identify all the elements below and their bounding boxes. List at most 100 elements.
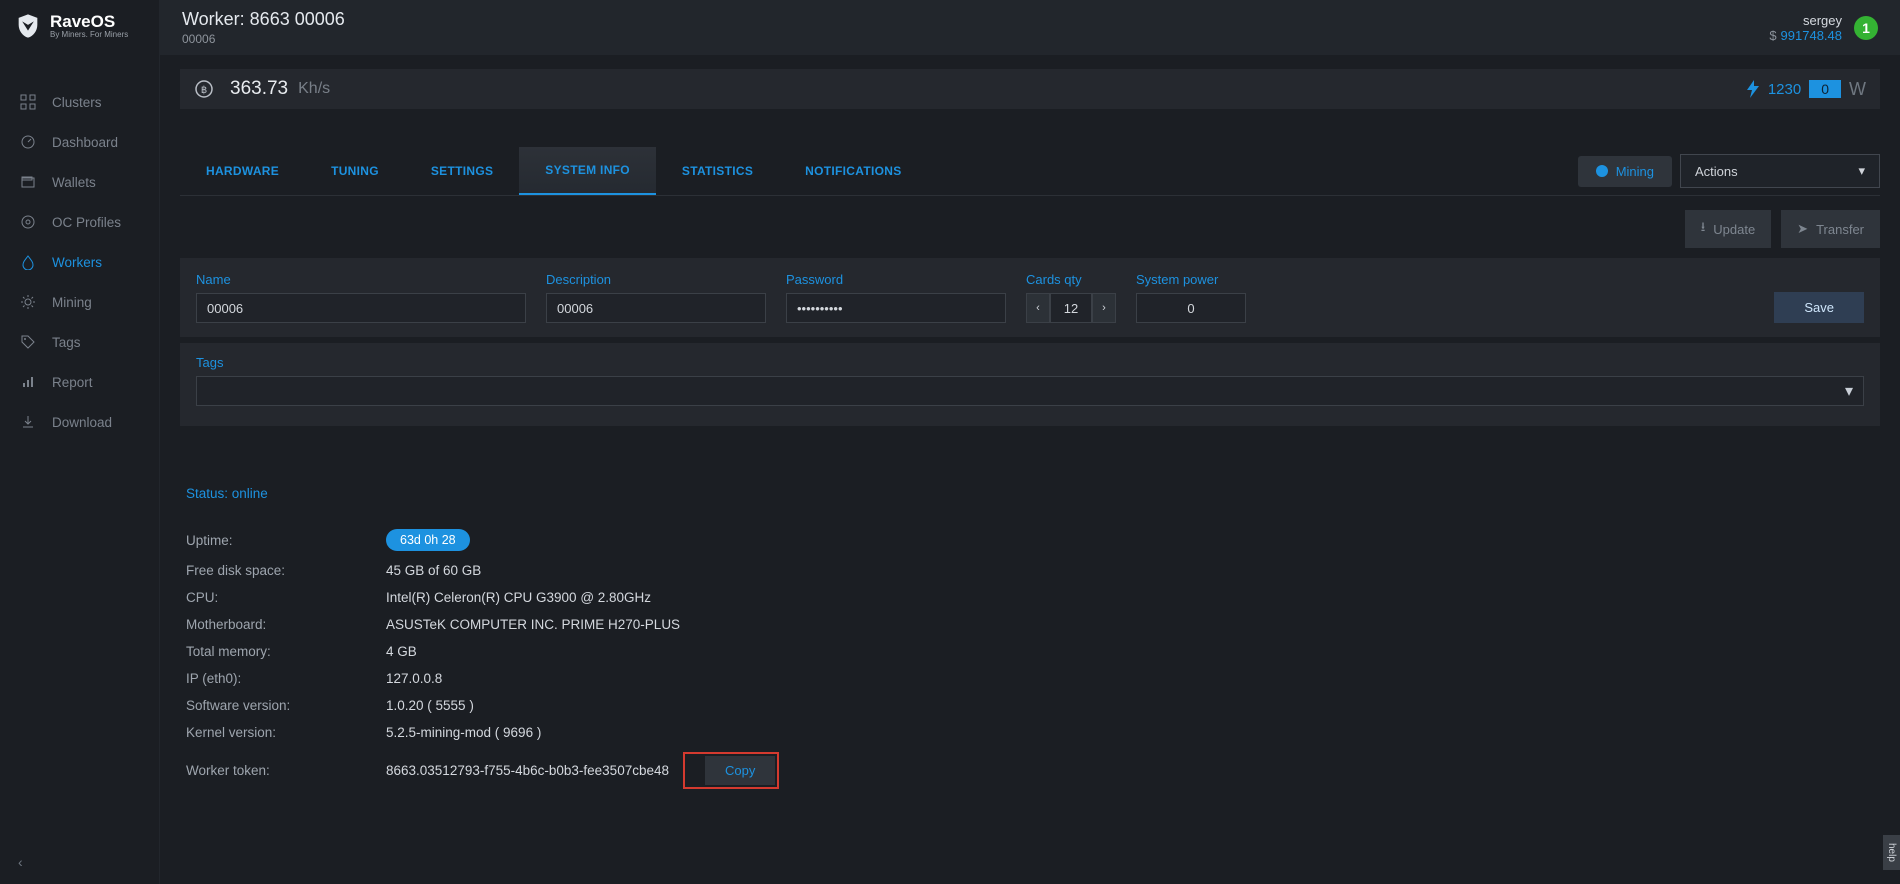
- sidebar-collapse-button[interactable]: ‹: [18, 854, 23, 870]
- tag-icon: [20, 334, 36, 350]
- sidebar-item-tags[interactable]: Tags: [0, 322, 159, 362]
- cards-qty-label: Cards qty: [1026, 272, 1116, 287]
- password-label: Password: [786, 272, 1006, 287]
- brand-tagline: By Miners. For Miners: [50, 30, 128, 39]
- chart-icon: [20, 374, 36, 390]
- uptime-value: 63d 0h 28: [386, 529, 470, 551]
- brand-logo[interactable]: RaveOS By Miners. For Miners: [0, 0, 159, 52]
- sidebar-item-mining[interactable]: Mining: [0, 282, 159, 322]
- cards-increment-button[interactable]: ›: [1092, 293, 1116, 323]
- tab-tuning[interactable]: TUNING: [305, 148, 405, 194]
- power-unit: W: [1849, 79, 1866, 100]
- chevron-down-icon: ▾: [1845, 381, 1853, 401]
- tags-select[interactable]: ▾: [196, 376, 1864, 406]
- token-value: 8663.03512793-f755-4b6c-b0b3-fee3507cbe4…: [386, 763, 669, 778]
- sidebar-item-label: Mining: [52, 295, 92, 310]
- shield-icon: [14, 12, 42, 40]
- user-balance[interactable]: 991748.48: [1781, 28, 1842, 43]
- password-input[interactable]: [786, 293, 1006, 323]
- svg-text:฿: ฿: [201, 85, 207, 96]
- sidebar-item-label: Tags: [52, 335, 81, 350]
- cards-qty-stepper[interactable]: ‹ ›: [1026, 293, 1116, 323]
- help-tab[interactable]: help: [1883, 835, 1900, 870]
- tab-hardware[interactable]: HARDWARE: [180, 148, 305, 194]
- ip-key: IP (eth0):: [186, 671, 386, 686]
- tags-label: Tags: [196, 355, 1864, 370]
- sidebar-item-report[interactable]: Report: [0, 362, 159, 402]
- balance-symbol: $: [1769, 28, 1776, 43]
- disk-key: Free disk space:: [186, 563, 386, 578]
- status-dot-icon: [1596, 165, 1608, 177]
- actions-dropdown[interactable]: Actions▾: [1680, 154, 1880, 188]
- system-power-input[interactable]: [1136, 293, 1246, 323]
- system-power-label: System power: [1136, 272, 1246, 287]
- cards-decrement-button[interactable]: ‹: [1026, 293, 1050, 323]
- sidebar-item-label: OC Profiles: [52, 215, 121, 230]
- cpu-value: Intel(R) Celeron(R) CPU G3900 @ 2.80GHz: [386, 590, 651, 605]
- sw-value: 1.0.20 ( 5555 ): [386, 698, 474, 713]
- status-line: Status: online: [186, 486, 1874, 501]
- sidebar-item-dashboard[interactable]: Dashboard: [0, 122, 159, 162]
- sidebar-item-label: Workers: [52, 255, 102, 270]
- disk-value: 45 GB of 60 GB: [386, 563, 481, 578]
- mobo-value: ASUSTeK COMPUTER INC. PRIME H270-PLUS: [386, 617, 680, 632]
- user-name[interactable]: sergey: [1769, 13, 1842, 28]
- sidebar-item-download[interactable]: Download: [0, 402, 159, 442]
- drop-icon: [20, 254, 36, 270]
- sidebar-item-label: Clusters: [52, 95, 102, 110]
- sidebar-item-label: Dashboard: [52, 135, 118, 150]
- hashrate-bar: ฿ 363.73 Kh/s 1230 0 W: [180, 69, 1880, 109]
- tab-statistics[interactable]: STATISTICS: [656, 148, 779, 194]
- download-icon: [20, 414, 36, 430]
- mobo-key: Motherboard:: [186, 617, 386, 632]
- mem-value: 4 GB: [386, 644, 417, 659]
- uptime-key: Uptime:: [186, 533, 386, 548]
- tab-notifications[interactable]: NOTIFICATIONS: [779, 148, 927, 194]
- update-button[interactable]: ⭳Update: [1685, 210, 1771, 248]
- sidebar-item-label: Report: [52, 375, 93, 390]
- save-button[interactable]: Save: [1774, 292, 1864, 323]
- token-key: Worker token:: [186, 763, 386, 778]
- description-input[interactable]: [546, 293, 766, 323]
- coin-icon: ฿: [194, 79, 214, 99]
- page-title: Worker: 8663 00006: [182, 9, 345, 30]
- cards-qty-input[interactable]: [1050, 293, 1092, 323]
- copy-button[interactable]: Copy: [705, 756, 775, 785]
- wallet-icon: [20, 174, 36, 190]
- sidebar-item-label: Wallets: [52, 175, 96, 190]
- chevron-down-icon: ▾: [1858, 163, 1865, 179]
- name-label: Name: [196, 272, 526, 287]
- grid-icon: [20, 94, 36, 110]
- page-subtitle: 00006: [182, 32, 345, 46]
- sw-key: Software version:: [186, 698, 386, 713]
- hashrate-unit: Kh/s: [298, 80, 330, 98]
- notification-badge[interactable]: 1: [1854, 16, 1878, 40]
- hashrate-value: 363.73: [230, 78, 288, 100]
- sidebar-item-wallets[interactable]: Wallets: [0, 162, 159, 202]
- transfer-button[interactable]: ➤Transfer: [1781, 210, 1880, 248]
- name-input[interactable]: [196, 293, 526, 323]
- kernel-value: 5.2.5-mining-mod ( 9696 ): [386, 725, 541, 740]
- plane-icon: ➤: [1797, 221, 1808, 237]
- brand-name: RaveOS: [50, 13, 128, 30]
- gauge-icon: [20, 134, 36, 150]
- mining-status-button[interactable]: Mining: [1578, 156, 1672, 187]
- ip-value: 127.0.0.8: [386, 671, 442, 686]
- mem-key: Total memory:: [186, 644, 386, 659]
- target-icon: [20, 214, 36, 230]
- sidebar-item-label: Download: [52, 415, 112, 430]
- download-square-icon: ⭳: [1701, 218, 1706, 240]
- description-label: Description: [546, 272, 766, 287]
- gear-icon: [20, 294, 36, 310]
- bolt-icon: [1746, 80, 1760, 98]
- cpu-key: CPU:: [186, 590, 386, 605]
- copy-highlight: Copy: [683, 752, 779, 789]
- power-reading: 1230: [1768, 81, 1801, 98]
- kernel-key: Kernel version:: [186, 725, 386, 740]
- tab-system-info[interactable]: SYSTEM INFO: [519, 147, 656, 195]
- sidebar-item-workers[interactable]: Workers: [0, 242, 159, 282]
- power-extra: 0: [1809, 80, 1841, 98]
- sidebar-item-oc-profiles[interactable]: OC Profiles: [0, 202, 159, 242]
- sidebar-item-clusters[interactable]: Clusters: [0, 82, 159, 122]
- tab-settings[interactable]: SETTINGS: [405, 148, 519, 194]
